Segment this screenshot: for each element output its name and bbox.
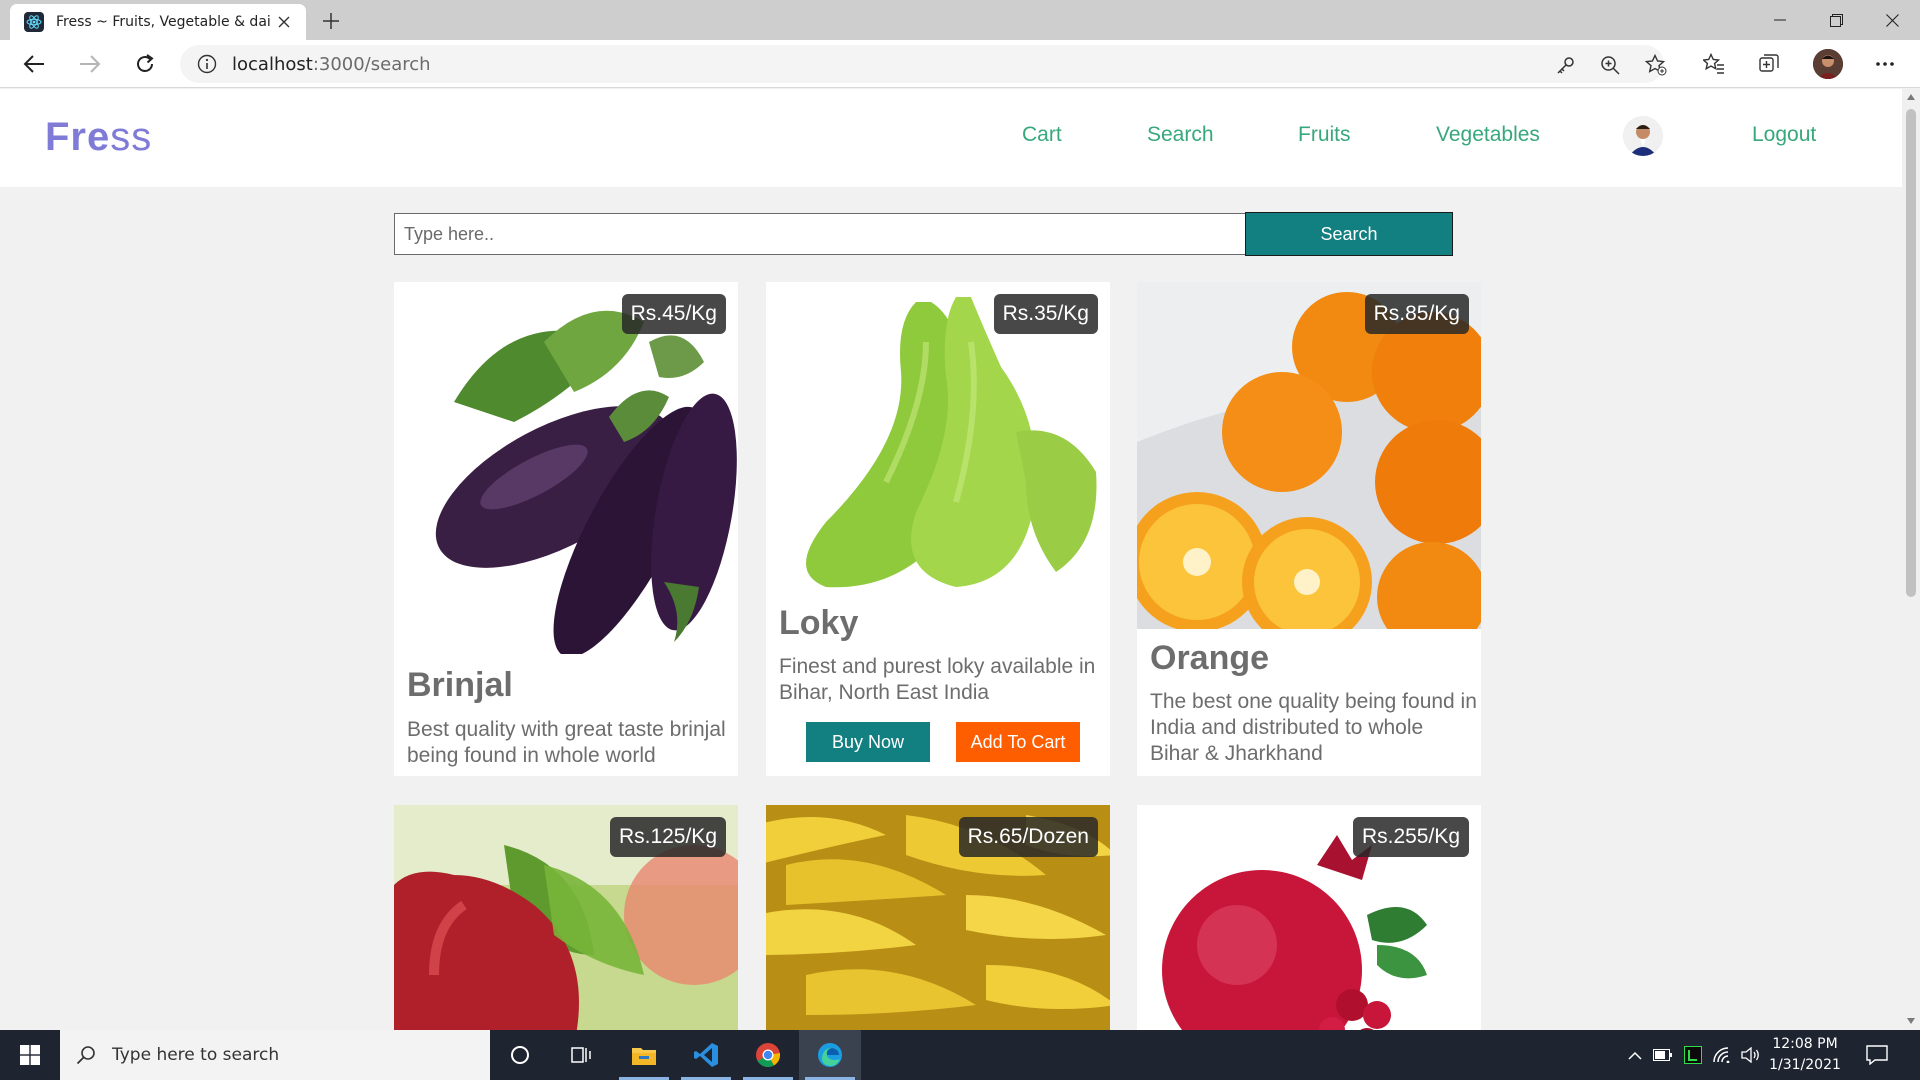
clock-time: 12:08 PM xyxy=(1772,1036,1838,1052)
browser-toolbar: localhost:3000/search xyxy=(0,40,1920,88)
product-description: Best quality with great taste brinjal be… xyxy=(407,718,726,767)
site-info-icon[interactable] xyxy=(196,53,218,75)
windows-start-icon[interactable] xyxy=(0,1030,60,1080)
task-view-icon[interactable] xyxy=(551,1030,613,1080)
add-to-cart-button[interactable]: Add To Cart xyxy=(956,722,1080,762)
search-button[interactable]: Search xyxy=(1245,212,1453,256)
search-input[interactable] xyxy=(394,213,1246,255)
close-window-icon[interactable] xyxy=(1864,0,1920,40)
product-card: Rs.35/Kg Loky Finest and purest loky ava… xyxy=(766,282,1110,776)
buy-now-button[interactable]: Buy Now xyxy=(806,722,930,762)
add-favorite-icon[interactable] xyxy=(1644,53,1668,77)
new-tab-icon[interactable] xyxy=(318,8,344,34)
clock-date: 1/31/2021 xyxy=(1769,1057,1841,1073)
tab-title: Fress ~ Fruits, Vegetable & daily xyxy=(56,14,272,30)
page-scrollbar[interactable] xyxy=(1902,89,1920,1030)
price-badge: Rs.255/Kg xyxy=(1352,817,1469,857)
product-image-orange xyxy=(1137,282,1481,629)
scroll-down-icon[interactable] xyxy=(1906,1015,1916,1027)
product-title: Orange xyxy=(1150,639,1270,677)
price-badge: Rs.45/Kg xyxy=(621,294,726,334)
product-card: Rs.85/Kg Orange The best one quality bei… xyxy=(1137,282,1481,776)
more-options-icon[interactable] xyxy=(1868,48,1902,80)
taskbar-search-placeholder: Type here to search xyxy=(112,1045,280,1065)
system-clock[interactable]: 12:08 PM 1/31/2021 xyxy=(1760,1034,1850,1076)
wifi-icon[interactable] xyxy=(1712,1044,1734,1066)
price-badge: Rs.85/Kg xyxy=(1364,294,1469,334)
show-hidden-icons-icon[interactable] xyxy=(1624,1044,1646,1066)
cortana-icon[interactable] xyxy=(489,1030,551,1080)
product-description: Finest and purest loky available in Biha… xyxy=(779,655,1096,704)
scroll-up-icon[interactable] xyxy=(1906,91,1916,103)
favorites-icon[interactable] xyxy=(1697,48,1731,80)
nav-link-logout[interactable]: Logout xyxy=(1752,123,1816,147)
product-image-brinjal xyxy=(394,282,738,654)
tab-close-icon[interactable] xyxy=(272,10,296,34)
windows-taskbar: Type here to search 12:08 PM 1/31/2021 xyxy=(0,1030,1920,1080)
nav-link-vegetables[interactable]: Vegetables xyxy=(1436,123,1540,147)
react-favicon-icon xyxy=(24,12,44,32)
battery-icon[interactable] xyxy=(1652,1044,1674,1066)
product-title: Loky xyxy=(779,604,859,642)
edge-icon[interactable] xyxy=(799,1030,861,1080)
nav-link-search[interactable]: Search xyxy=(1147,123,1214,147)
notifications-icon[interactable] xyxy=(1866,1044,1888,1066)
collections-icon[interactable] xyxy=(1752,48,1786,80)
nav-link-fruits[interactable]: Fruits xyxy=(1298,123,1351,147)
browser-tab[interactable]: Fress ~ Fruits, Vegetable & daily xyxy=(10,4,306,40)
taskbar-search-box[interactable]: Type here to search xyxy=(60,1030,490,1080)
file-explorer-icon[interactable] xyxy=(613,1030,675,1080)
address-bar[interactable]: localhost:3000/search xyxy=(180,45,1667,83)
browser-tab-bar: Fress ~ Fruits, Vegetable & daily xyxy=(0,0,1920,40)
user-avatar[interactable] xyxy=(1623,116,1663,156)
app-tray-icon[interactable] xyxy=(1682,1044,1704,1066)
site-logo[interactable]: Fress xyxy=(45,115,152,160)
price-badge: Rs.65/Dozen xyxy=(958,817,1098,857)
minimize-icon[interactable] xyxy=(1752,0,1808,40)
price-badge: Rs.35/Kg xyxy=(993,294,1098,334)
chrome-icon[interactable] xyxy=(737,1030,799,1080)
site-navbar: Fress Cart Search Fruits Vegetables Logo… xyxy=(0,89,1902,187)
product-card: Rs.45/Kg Brinjal Best quality with great… xyxy=(394,282,738,776)
key-icon[interactable] xyxy=(1554,53,1578,77)
product-card: Rs.65/Dozen xyxy=(766,805,1110,1030)
search-icon xyxy=(76,1045,96,1065)
product-title: Brinjal xyxy=(407,666,513,704)
restore-icon[interactable] xyxy=(1808,0,1864,40)
scrollbar-thumb[interactable] xyxy=(1906,109,1916,597)
back-icon[interactable] xyxy=(17,48,51,80)
product-card: Rs.255/Kg xyxy=(1137,805,1481,1030)
vscode-icon[interactable] xyxy=(675,1030,737,1080)
nav-link-cart[interactable]: Cart xyxy=(1022,123,1062,147)
product-card: Rs.125/Kg xyxy=(394,805,738,1030)
forward-icon xyxy=(73,48,107,80)
page-content: Fress Cart Search Fruits Vegetables Logo… xyxy=(0,89,1902,1030)
zoom-icon[interactable] xyxy=(1598,53,1622,77)
product-description: The best one quality being found in Indi… xyxy=(1150,690,1477,765)
volume-icon[interactable] xyxy=(1740,1044,1762,1066)
url-text[interactable]: localhost:3000/search xyxy=(232,54,431,75)
profile-avatar[interactable] xyxy=(1811,48,1845,80)
price-badge: Rs.125/Kg xyxy=(609,817,726,857)
refresh-icon[interactable] xyxy=(128,48,162,80)
